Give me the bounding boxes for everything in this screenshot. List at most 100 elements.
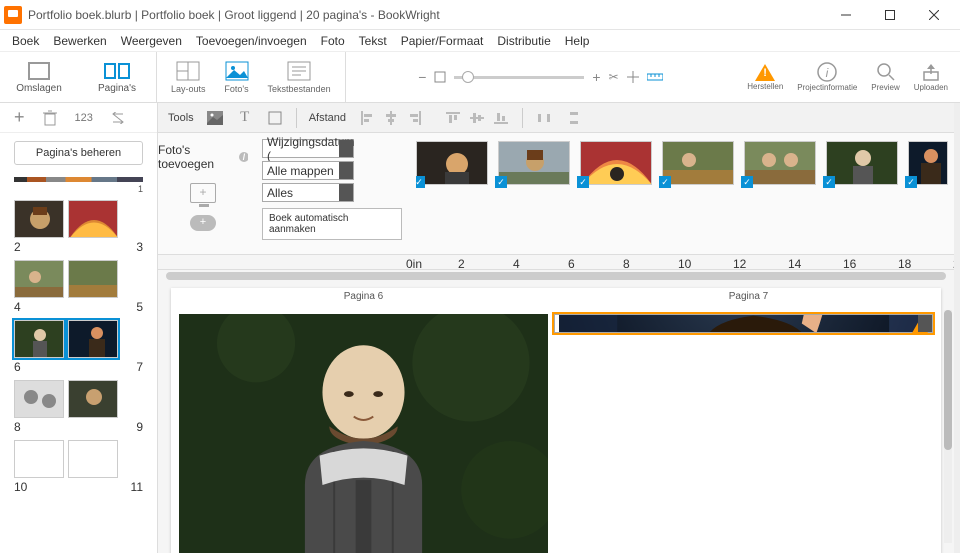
- sub-toolbar: Tools T Afstand: [158, 103, 954, 133]
- align-left-icon[interactable]: [358, 109, 376, 127]
- thumb-page-8[interactable]: [14, 380, 64, 418]
- main-toolbar: Omslagen Pagina's Lay-outs Foto's Tekstb…: [0, 52, 960, 103]
- cut-icon[interactable]: ✂: [609, 70, 619, 84]
- check-icon: ✓: [495, 176, 507, 188]
- fotos-button[interactable]: Foto's: [224, 60, 250, 94]
- strip-thumb[interactable]: ✓: [498, 141, 570, 185]
- horizontal-scrollbar[interactable]: [166, 272, 946, 280]
- ruler-icon[interactable]: [647, 72, 663, 82]
- thumb-page-11[interactable]: [68, 440, 118, 478]
- thumb-page-4[interactable]: [14, 260, 64, 298]
- align-top-icon[interactable]: [444, 109, 462, 127]
- text-tool-icon[interactable]: T: [236, 109, 254, 127]
- check-icon: ✓: [416, 176, 425, 188]
- thumb-page-3[interactable]: [68, 200, 118, 238]
- add-from-computer-button[interactable]: +: [190, 183, 216, 203]
- tab-omslagen[interactable]: Omslagen: [0, 52, 78, 102]
- tab-paginas[interactable]: Pagina's: [78, 52, 156, 102]
- thumb-page-10[interactable]: [14, 440, 64, 478]
- check-icon: ✓: [577, 176, 589, 188]
- vertical-scrollbar[interactable]: [944, 310, 952, 543]
- thumb-page-7[interactable]: [68, 320, 118, 358]
- menu-papier[interactable]: Papier/Formaat: [401, 34, 484, 48]
- page-label-right: Pagina 7: [556, 288, 941, 306]
- check-icon: ✓: [741, 176, 753, 188]
- upload-button[interactable]: Uploaden: [914, 62, 948, 92]
- distribute-h-icon[interactable]: [535, 109, 553, 127]
- cover-icon: [28, 62, 50, 80]
- layouts-icon: [175, 60, 201, 82]
- maximize-button[interactable]: [868, 0, 912, 30]
- right-gutter: [954, 103, 960, 553]
- image-tool-icon[interactable]: [206, 109, 224, 127]
- preview-button[interactable]: Preview: [871, 62, 899, 92]
- distribute-v-icon[interactable]: [565, 109, 583, 127]
- folder-select[interactable]: Alle mappen: [262, 161, 354, 180]
- page-count: 123: [75, 112, 93, 124]
- zoom-out-icon[interactable]: −: [418, 69, 426, 85]
- add-from-cloud-button[interactable]: +: [190, 215, 216, 231]
- photos-add-label: Foto's toevoegen: [158, 143, 234, 171]
- menu-tekst[interactable]: Tekst: [359, 34, 387, 48]
- page-thumbnails-list[interactable]: 1 23 45 67 89: [0, 173, 157, 553]
- sort-select[interactable]: Wijzigingsdatum (: [262, 139, 354, 158]
- page-warning-icon[interactable]: [912, 319, 928, 333]
- menu-bewerken[interactable]: Bewerken: [53, 34, 106, 48]
- align-right-icon[interactable]: [406, 109, 424, 127]
- shape-tool-icon[interactable]: [266, 109, 284, 127]
- photo-strip[interactable]: ✓ ✓ ✓ ✓ ✓ ✓ ✓: [416, 139, 954, 240]
- thumb-page-5[interactable]: [68, 260, 118, 298]
- auto-book-button[interactable]: Boek automatisch aanmaken: [262, 208, 402, 240]
- close-button[interactable]: [912, 0, 956, 30]
- page-6[interactable]: [179, 314, 548, 553]
- manage-pages-button[interactable]: Pagina's beheren: [14, 141, 143, 165]
- check-icon: ✓: [823, 176, 835, 188]
- menu-help[interactable]: Help: [565, 34, 590, 48]
- grid-icon[interactable]: [627, 71, 639, 83]
- thumb-page-9[interactable]: [68, 380, 118, 418]
- projectinfo-button[interactable]: i Projectinformatie: [797, 62, 857, 92]
- strip-thumb[interactable]: ✓: [908, 141, 948, 185]
- align-center-h-icon[interactable]: [382, 109, 400, 127]
- menu-weergeven[interactable]: Weergeven: [121, 34, 182, 48]
- align-middle-icon[interactable]: [468, 109, 486, 127]
- warning-icon: [755, 64, 775, 81]
- strip-thumb[interactable]: ✓: [580, 141, 652, 185]
- zoom-control[interactable]: − + ✂: [346, 52, 736, 102]
- text-icon: [286, 60, 312, 82]
- thumb-page-6[interactable]: [14, 320, 64, 358]
- strip-thumb[interactable]: ✓: [662, 141, 734, 185]
- menu-boek[interactable]: Boek: [12, 34, 39, 48]
- zoom-in-icon[interactable]: +: [592, 69, 600, 85]
- info-icon: i: [817, 62, 837, 82]
- menu-foto[interactable]: Foto: [321, 34, 345, 48]
- page-label-left: Pagina 6: [171, 288, 556, 306]
- reorder-icon[interactable]: [111, 112, 125, 124]
- menu-distributie[interactable]: Distributie: [497, 34, 550, 48]
- pages-icon: [104, 63, 130, 79]
- svg-text:i: i: [243, 151, 246, 163]
- filter-select[interactable]: Alles: [262, 183, 354, 202]
- horizontal-ruler: 0in 2 4 6 8 10 12 14 16 18 20 22 24 25: [158, 254, 954, 270]
- zoom-slider[interactable]: [454, 76, 584, 79]
- layouts-button[interactable]: Lay-outs: [171, 60, 206, 94]
- canvas-area[interactable]: Pagina 6 Pagina 7: [158, 270, 954, 553]
- align-bottom-icon[interactable]: [492, 109, 510, 127]
- strip-thumb[interactable]: ✓: [744, 141, 816, 185]
- page-7[interactable]: [554, 314, 933, 333]
- delete-page-button[interactable]: [43, 110, 57, 126]
- minimize-button[interactable]: [824, 0, 868, 30]
- herstellen-button[interactable]: Herstellen: [747, 64, 783, 91]
- search-icon: [876, 62, 896, 82]
- tekst-button[interactable]: Tekstbestanden: [268, 60, 331, 94]
- strip-thumb[interactable]: ✓: [826, 141, 898, 185]
- fit-icon[interactable]: [434, 71, 446, 83]
- upload-icon: [921, 62, 941, 82]
- add-page-button[interactable]: +: [14, 107, 25, 128]
- cover-strip[interactable]: [14, 177, 143, 182]
- thumb-page-2[interactable]: [14, 200, 64, 238]
- menu-toevoegen[interactable]: Toevoegen/invoegen: [196, 34, 307, 48]
- info-small-icon[interactable]: i: [238, 151, 248, 163]
- afstand-label: Afstand: [309, 112, 346, 124]
- strip-thumb[interactable]: ✓: [416, 141, 488, 185]
